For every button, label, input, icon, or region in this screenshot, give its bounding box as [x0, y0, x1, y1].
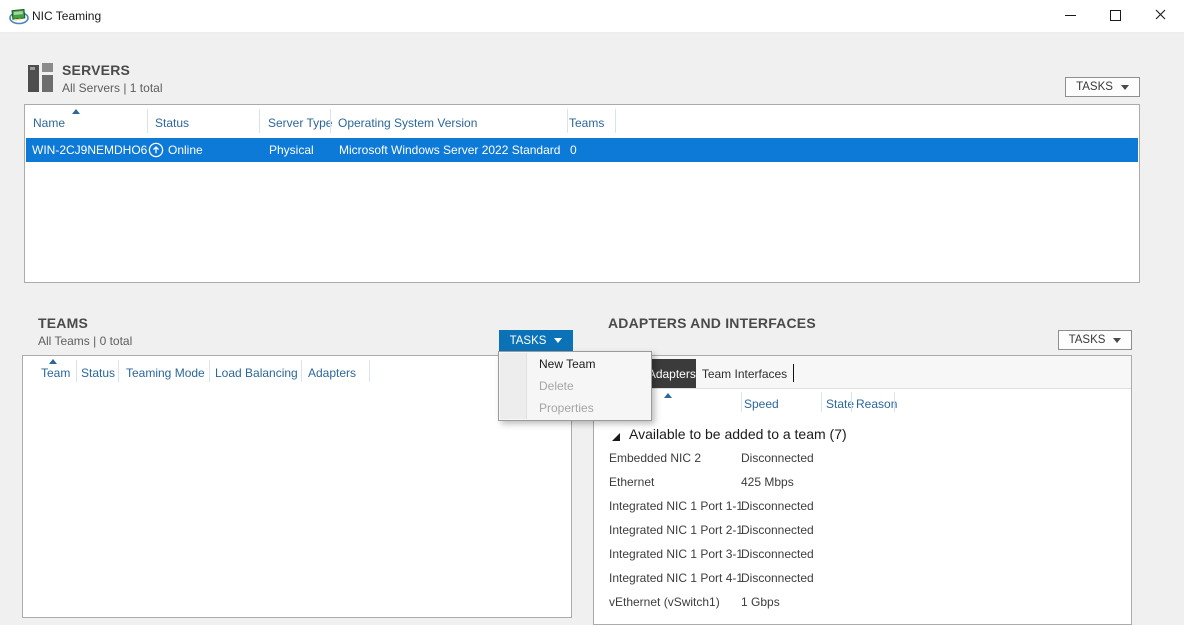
tab-team-interfaces[interactable]: Team Interfaces — [698, 359, 791, 388]
adapter-row[interactable]: vEthernet (vSwitch1) 1 Gbps — [595, 590, 1117, 614]
adapter-speed-cell: Disconnected — [741, 451, 814, 465]
menu-item-delete[interactable]: Delete — [499, 375, 651, 397]
column-separator — [259, 109, 260, 133]
column-separator — [894, 392, 895, 412]
adapter-row[interactable]: Integrated NIC 1 Port 3-1 Disconnected — [595, 542, 1117, 566]
column-header-server-type[interactable]: Server Type — [268, 116, 332, 130]
adapter-name-cell: Integrated NIC 1 Port 4-1 — [609, 571, 743, 585]
adapters-panel: Network Adapters Team Interfaces Speed S… — [593, 355, 1132, 625]
expanded-triangle-icon — [611, 429, 621, 439]
column-header-reason[interactable]: Reason — [856, 397, 897, 411]
chevron-down-icon — [1121, 85, 1129, 90]
server-stack-icon — [28, 63, 54, 93]
maximize-icon — [1110, 10, 1121, 21]
column-header-name[interactable]: Name — [33, 116, 65, 130]
tasks-menu: New Team Delete Properties — [498, 351, 652, 421]
column-header-status[interactable]: Status — [155, 116, 189, 130]
adapter-row[interactable]: Embedded NIC 2 Disconnected — [595, 446, 1117, 470]
sort-ascending-arrow-icon — [49, 359, 57, 364]
adapter-row[interactable]: Ethernet 425 Mbps — [595, 470, 1117, 494]
column-separator — [147, 109, 148, 133]
window-title: NIC Teaming — [32, 9, 101, 23]
column-header-os-version[interactable]: Operating System Version — [338, 116, 477, 130]
chevron-down-icon — [554, 338, 562, 343]
app-icon — [9, 6, 29, 31]
column-separator — [209, 360, 210, 382]
sort-ascending-arrow-icon — [664, 393, 672, 398]
menu-item-properties[interactable]: Properties — [499, 397, 651, 419]
adapter-speed-cell: Disconnected — [741, 571, 814, 585]
adapter-name-cell: Integrated NIC 1 Port 3-1 — [609, 547, 743, 561]
server-type-cell: Physical — [269, 143, 314, 157]
sort-ascending-arrow-icon — [72, 109, 80, 114]
server-name-cell: WIN-2CJ9NEMDHO6 — [32, 143, 147, 157]
column-header-state[interactable]: State — [826, 397, 854, 411]
adapter-group-label: Available to be added to a team (7) — [629, 426, 847, 442]
adapter-name-cell: Integrated NIC 1 Port 2-1 — [609, 523, 743, 537]
adapter-name-cell: Embedded NIC 2 — [609, 451, 701, 465]
column-separator — [330, 109, 331, 133]
adapter-name-cell: Ethernet — [609, 475, 654, 489]
adapter-row[interactable]: Integrated NIC 1 Port 1-1 Disconnected — [595, 494, 1117, 518]
teams-tasks-button[interactable]: TASKS — [499, 330, 573, 351]
column-header-speed[interactable]: Speed — [744, 397, 779, 411]
column-header-teams[interactable]: Teams — [569, 116, 604, 130]
column-separator — [615, 109, 616, 133]
adapter-row[interactable]: Integrated NIC 1 Port 2-1 Disconnected — [595, 518, 1117, 542]
maximize-button[interactable] — [1093, 0, 1138, 31]
arrow-up-circle-icon — [148, 142, 164, 161]
column-separator — [118, 360, 119, 382]
column-header-teaming-mode[interactable]: Teaming Mode — [126, 366, 205, 380]
adapter-name-cell: vEthernet (vSwitch1) — [609, 595, 720, 609]
text-caret — [793, 364, 794, 382]
column-separator — [567, 109, 568, 133]
column-separator — [821, 392, 822, 412]
column-separator — [301, 360, 302, 382]
servers-table: Name Status Server Type Operating System… — [24, 104, 1140, 283]
servers-tasks-button[interactable]: TASKS — [1065, 77, 1140, 97]
close-icon — [1155, 7, 1166, 25]
column-separator — [369, 360, 370, 382]
chevron-down-icon — [1113, 338, 1121, 343]
teams-title: TEAMS — [38, 315, 88, 331]
column-header-status[interactable]: Status — [81, 366, 115, 380]
servers-subtitle: All Servers | 1 total — [62, 81, 163, 95]
teams-subtitle: All Teams | 0 total — [38, 334, 132, 348]
servers-tasks-label: TASKS — [1076, 81, 1113, 93]
titlebar: NIC Teaming — [0, 0, 1184, 33]
adapters-tasks-button[interactable]: TASKS — [1058, 330, 1132, 350]
adapter-speed-cell: Disconnected — [741, 547, 814, 561]
minimize-button[interactable] — [1048, 0, 1093, 31]
adapter-speed-cell: Disconnected — [741, 523, 814, 537]
column-separator — [851, 392, 852, 412]
column-header-load-balancing[interactable]: Load Balancing — [215, 366, 298, 380]
column-header-team[interactable]: Team — [41, 366, 70, 380]
adapters-tabbar: Network Adapters Team Interfaces — [594, 356, 1131, 389]
minimize-icon — [1065, 15, 1076, 16]
adapter-name-cell: Integrated NIC 1 Port 1-1 — [609, 499, 743, 513]
adapters-title: ADAPTERS AND INTERFACES — [608, 315, 816, 331]
teams-tasks-label: TASKS — [510, 335, 547, 347]
server-status-cell: Online — [168, 143, 203, 157]
adapter-row[interactable]: Integrated NIC 1 Port 4-1 Disconnected — [595, 566, 1117, 590]
column-header-adapters[interactable]: Adapters — [308, 366, 356, 380]
close-button[interactable] — [1138, 0, 1183, 31]
adapter-speed-cell: Disconnected — [741, 499, 814, 513]
tab-team-interfaces-label: Team Interfaces — [702, 367, 787, 381]
teams-table: Team Status Teaming Mode Load Balancing … — [22, 355, 572, 618]
menu-item-new-team[interactable]: New Team — [499, 353, 651, 375]
adapters-tasks-label: TASKS — [1069, 334, 1106, 346]
adapter-speed-cell: 1 Gbps — [741, 595, 780, 609]
adapter-speed-cell: 425 Mbps — [741, 475, 794, 489]
adapter-group-header[interactable]: Available to be added to a team (7) — [594, 422, 1131, 448]
servers-title: SERVERS — [62, 62, 130, 78]
server-row[interactable]: WIN-2CJ9NEMDHO6 Online Physical Microsof… — [26, 138, 1138, 162]
column-separator — [76, 360, 77, 382]
server-teams-cell: 0 — [570, 143, 577, 157]
server-os-cell: Microsoft Windows Server 2022 Standard — [339, 143, 560, 157]
column-separator — [741, 392, 742, 412]
